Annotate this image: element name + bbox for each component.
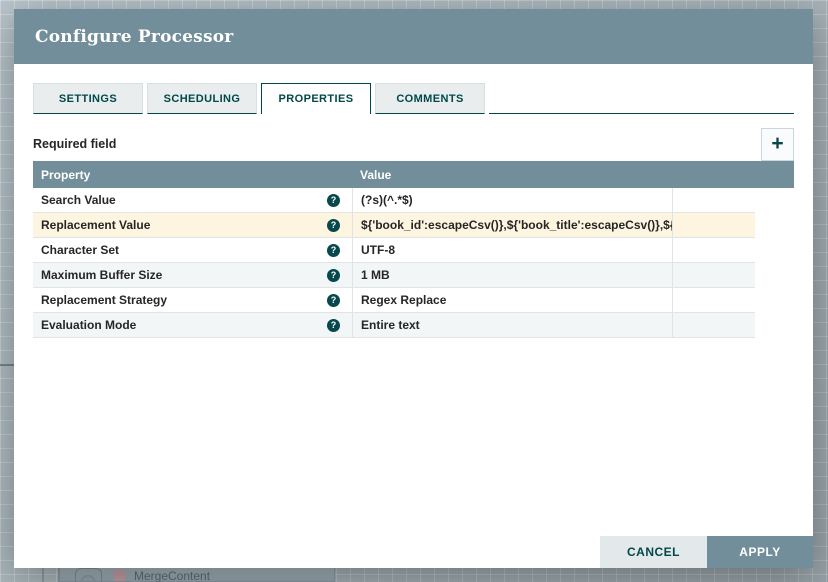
property-cell: Character Set ? — [33, 238, 352, 262]
help-icon[interactable]: ? — [327, 269, 340, 282]
tab-scheduling[interactable]: SCHEDULING — [147, 83, 257, 114]
dialog-body: SETTINGS SCHEDULING PROPERTIES COMMENTS … — [14, 83, 813, 582]
extra-cell — [672, 213, 755, 237]
cancel-button[interactable]: CANCEL — [600, 536, 707, 568]
configure-processor-dialog: Configure Processor SETTINGS SCHEDULING … — [14, 9, 813, 568]
extra-cell — [672, 288, 755, 312]
tab-bar-filler — [489, 83, 794, 114]
property-name: Replacement Strategy — [41, 293, 327, 307]
extra-cell — [672, 263, 755, 287]
property-name: Evaluation Mode — [41, 318, 327, 332]
table-row-search-value[interactable]: Search Value ? (?s)(^.*$) — [33, 188, 755, 213]
column-header-value: Value — [352, 168, 391, 182]
property-cell: Search Value ? — [33, 188, 352, 212]
canvas-connection-line — [0, 364, 15, 366]
value-cell[interactable]: (?s)(^.*$) — [352, 188, 672, 212]
table-row-replacement-strategy[interactable]: Replacement Strategy ? Regex Replace — [33, 288, 755, 313]
properties-table: Property Value Search Value ? (?s)(^.*$)… — [33, 161, 794, 338]
extra-cell — [672, 238, 755, 262]
tab-settings[interactable]: SETTINGS — [33, 83, 143, 114]
required-field-label: Required field — [33, 137, 116, 151]
extra-cell — [672, 313, 755, 337]
help-icon[interactable]: ? — [327, 194, 340, 207]
help-icon[interactable]: ? — [327, 219, 340, 232]
column-header-property: Property — [33, 168, 352, 182]
tab-bar: SETTINGS SCHEDULING PROPERTIES COMMENTS — [33, 83, 794, 114]
table-row-maximum-buffer-size[interactable]: Maximum Buffer Size ? 1 MB — [33, 263, 755, 288]
value-cell[interactable]: UTF-8 — [352, 238, 672, 262]
property-name: Maximum Buffer Size — [41, 268, 327, 282]
property-cell: Replacement Value ? — [33, 213, 352, 237]
value-cell[interactable]: ${'book_id':escapeCsv()},${'book_title':… — [352, 213, 672, 237]
help-icon[interactable]: ? — [327, 244, 340, 257]
table-toolbar: Required field + — [33, 127, 794, 161]
table-row-replacement-value[interactable]: Replacement Value ? ${'book_id':escapeCs… — [33, 213, 755, 238]
table-row-evaluation-mode[interactable]: Evaluation Mode ? Entire text — [33, 313, 755, 338]
dialog-header: Configure Processor — [14, 9, 813, 64]
property-name: Replacement Value — [41, 218, 327, 232]
value-cell[interactable]: 1 MB — [352, 263, 672, 287]
apply-button[interactable]: APPLY — [707, 536, 813, 568]
extra-cell — [672, 188, 755, 212]
table-header-row: Property Value — [33, 161, 794, 188]
dialog-title: Configure Processor — [35, 27, 233, 47]
dialog-footer: CANCEL APPLY — [600, 536, 813, 568]
add-property-button[interactable]: + — [761, 128, 794, 161]
help-icon[interactable]: ? — [327, 319, 340, 332]
property-cell: Evaluation Mode ? — [33, 313, 352, 337]
property-name: Search Value — [41, 193, 327, 207]
tab-comments[interactable]: COMMENTS — [375, 83, 485, 114]
value-cell[interactable]: Entire text — [352, 313, 672, 337]
tab-properties[interactable]: PROPERTIES — [261, 83, 371, 114]
property-name: Character Set — [41, 243, 327, 257]
table-body: Search Value ? (?s)(^.*$) Replacement Va… — [33, 188, 755, 338]
property-cell: Replacement Strategy ? — [33, 288, 352, 312]
property-cell: Maximum Buffer Size ? — [33, 263, 352, 287]
value-cell[interactable]: Regex Replace — [352, 288, 672, 312]
table-row-character-set[interactable]: Character Set ? UTF-8 — [33, 238, 755, 263]
help-icon[interactable]: ? — [327, 294, 340, 307]
